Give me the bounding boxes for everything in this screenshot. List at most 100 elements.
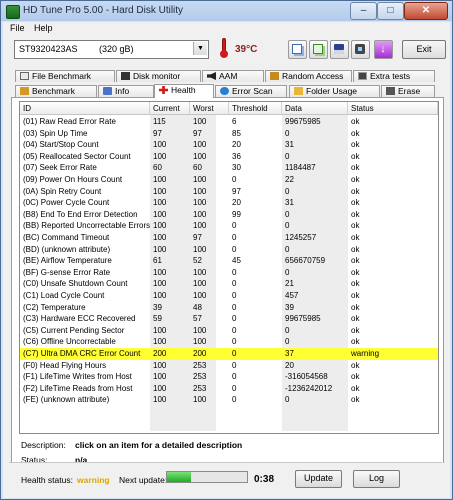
table-row[interactable]: (C0) Unsafe Shutdown Count 100 100 0 21 ok [20, 278, 438, 290]
row-id: (03) Spin Up Time [23, 128, 88, 138]
table-row[interactable]: (F0) Head Flying Hours 100 253 0 20 ok [20, 360, 438, 372]
table-row[interactable]: (0C) Power Cycle Count 100 100 20 31 ok [20, 197, 438, 209]
row-threshold: 0 [232, 302, 237, 312]
copy-data-icon [313, 44, 323, 54]
table-row[interactable]: (F1) LifeTime Writes from Host 100 253 0 -31… [20, 371, 438, 383]
table-row[interactable]: (C1) Load Cycle Count 100 100 0 457 ok [20, 290, 438, 302]
table-row[interactable]: (C2) Temperature 39 48 0 39 ok [20, 302, 438, 314]
column-header-threshold[interactable]: Threshold [229, 102, 282, 115]
table-row[interactable]: (0A) Spin Retry Count 100 100 97 0 ok [20, 186, 438, 198]
table-row[interactable]: (BD) (unknown attribute) 100 100 0 0 ok [20, 244, 438, 256]
column-header-status[interactable]: Status [348, 102, 438, 115]
row-threshold: 6 [232, 117, 237, 126]
table-row[interactable]: (C7) Ultra DMA CRC Error Count 200 200 0 37 w… [20, 348, 438, 360]
row-id: (BC) Command Timeout [23, 233, 110, 242]
row-threshold: 0 [232, 233, 237, 242]
table-row[interactable]: (BE) Airflow Temperature 61 52 45 656670759 o… [20, 255, 438, 267]
update-progress-bar [166, 471, 248, 483]
exit-button[interactable]: Exit [402, 40, 446, 59]
tab-info[interactable]: Info [98, 85, 154, 97]
row-worst: 97 [193, 128, 202, 138]
log-button[interactable]: Log [353, 470, 400, 488]
row-id: (C1) Load Cycle Count [23, 291, 105, 300]
drive-select[interactable]: ST9320423AS (320 gB) ▼ [14, 40, 209, 59]
close-button[interactable]: ✕ [404, 2, 448, 20]
table-row[interactable]: (F2) LifeTime Reads from Host 100 253 0 -123… [20, 383, 438, 395]
title-bar[interactable]: HD Tune Pro 5.00 - Hard Disk Utility – □… [1, 1, 452, 21]
drive-size: (320 gB) [99, 44, 134, 54]
row-worst: 100 [193, 186, 207, 196]
row-id: (BB) Reported Uncorrectable Errors [23, 221, 151, 231]
table-row[interactable]: (03) Spin Up Time 97 97 85 0 ok [20, 128, 438, 140]
row-id: (F2) LifeTime Reads from Host [23, 383, 133, 393]
column-header-data[interactable]: Data [282, 102, 348, 115]
table-row[interactable]: (BC) Command Timeout 100 97 0 1245257 ok [20, 232, 438, 244]
row-id: (C2) Temperature [23, 302, 86, 312]
minimize-button[interactable]: – [350, 2, 377, 20]
save-button[interactable] [330, 40, 349, 59]
row-threshold: 45 [232, 256, 241, 266]
table-row[interactable]: (BF) G-sense Error Rate 100 100 0 0 ok [20, 267, 438, 279]
app-logo-icon [6, 5, 20, 19]
row-worst: 200 [193, 349, 207, 358]
table-row[interactable]: (05) Reallocated Sector Count 100 100 36 0 ok [20, 151, 438, 163]
column-header-current[interactable]: Current [150, 102, 190, 115]
tab-health[interactable]: Health [154, 84, 214, 98]
error-scan-icon [220, 87, 229, 95]
row-current: 100 [153, 209, 167, 219]
copy-data-button[interactable] [309, 40, 328, 59]
table-row[interactable]: (01) Raw Read Error Rate 115 100 6 99675985 o… [20, 116, 438, 128]
row-threshold: 0 [232, 244, 237, 254]
row-status: ok [351, 256, 360, 266]
tab-random-access[interactable]: Random Access [265, 70, 352, 82]
tab-disk-monitor[interactable]: Disk monitor [116, 70, 201, 82]
column-header-id[interactable]: ID [20, 102, 150, 115]
table-row[interactable]: (C3) Hardware ECC Recovered 59 57 0 99675985… [20, 313, 438, 325]
table-row[interactable]: (07) Seek Error Rate 60 60 30 1184487 ok [20, 162, 438, 174]
tab-benchmark[interactable]: Benchmark [15, 85, 97, 97]
folder-icon [294, 87, 303, 95]
row-current: 39 [153, 302, 162, 312]
disk-monitor-icon [121, 72, 130, 80]
drive-name: ST9320423AS [19, 44, 78, 54]
row-status: ok [351, 209, 360, 219]
row-id: (C7) Ultra DMA CRC Error Count [23, 349, 141, 358]
row-worst: 253 [193, 383, 207, 393]
row-worst: 100 [193, 209, 207, 219]
table-row[interactable]: (FE) (unknown attribute) 100 100 0 0 ok [20, 394, 438, 406]
tab-aam[interactable]: AAM [202, 70, 264, 82]
row-status: ok [351, 175, 360, 184]
download-button[interactable]: ↓ [374, 40, 393, 59]
tab-folder-usage[interactable]: Folder Usage [289, 85, 380, 97]
menu-help[interactable]: Help [34, 23, 53, 33]
row-status: ok [351, 221, 360, 231]
table-row[interactable]: (04) Start/Stop Count 100 100 20 31 ok [20, 139, 438, 151]
row-worst: 100 [193, 395, 207, 405]
row-status: ok [351, 244, 360, 254]
table-row[interactable]: (C6) Offline Uncorrectable 100 100 0 0 ok [20, 336, 438, 348]
row-status: ok [351, 395, 360, 405]
table-row[interactable]: (BB) Reported Uncorrectable Errors 100 100… [20, 220, 438, 232]
maximize-button[interactable]: □ [377, 2, 404, 20]
tab-file-benchmark[interactable]: File Benchmark [15, 70, 115, 82]
menu-file[interactable]: File [10, 23, 25, 33]
tab-erase[interactable]: Erase [381, 85, 435, 97]
row-data: 0 [285, 244, 290, 254]
copy-info-button[interactable] [288, 40, 307, 59]
tab-error-scan[interactable]: Error Scan [215, 85, 287, 97]
tab-extra-tests[interactable]: Extra tests [353, 70, 435, 82]
row-current: 97 [153, 128, 162, 138]
table-row[interactable]: (C5) Current Pending Sector 100 100 0 0 ok [20, 325, 438, 337]
row-status: ok [351, 140, 360, 150]
row-data: 1245257 [285, 233, 317, 242]
chevron-down-icon[interactable]: ▼ [193, 42, 207, 55]
row-current: 100 [153, 175, 167, 184]
table-row[interactable]: (B8) End To End Error Detection 100 100 99 0… [20, 209, 438, 221]
table-row[interactable]: (09) Power On Hours Count 100 100 0 22 ok [20, 174, 438, 186]
update-button[interactable]: Update [295, 470, 342, 488]
row-worst: 97 [193, 233, 202, 242]
smart-table[interactable]: ID Current Worst Threshold Data Status (… [19, 101, 439, 434]
column-header-worst[interactable]: Worst [190, 102, 229, 115]
row-threshold: 97 [232, 186, 241, 196]
screenshot-button[interactable] [351, 40, 370, 59]
